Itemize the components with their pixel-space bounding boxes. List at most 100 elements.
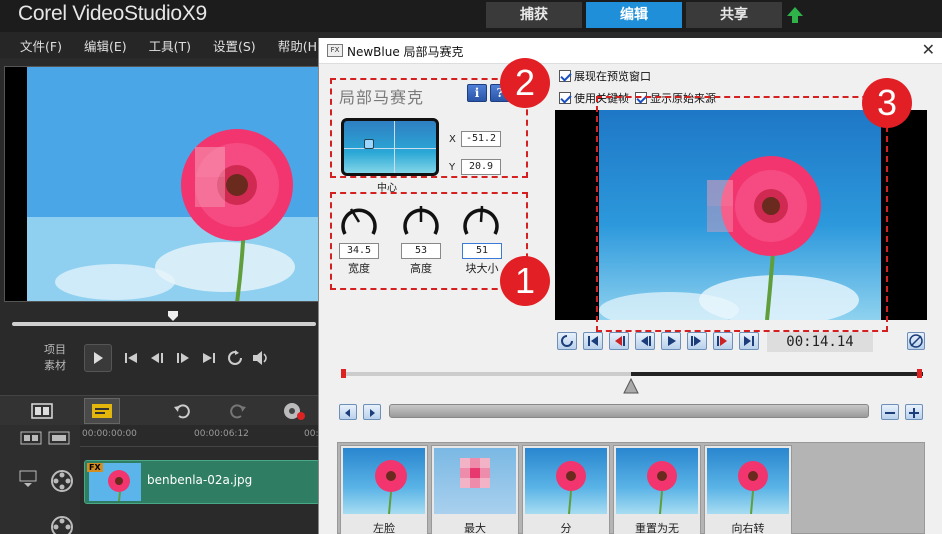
zoom-in-button[interactable]: [905, 404, 923, 420]
skip-end-icon: [744, 336, 754, 346]
dialog-title: NewBlue 局部马赛克: [347, 45, 464, 59]
annotation-badge-1: 1: [500, 256, 550, 306]
upload-icon[interactable]: [784, 4, 806, 26]
prev-keyframe-button[interactable]: [609, 332, 629, 350]
track-settings-icon[interactable]: [18, 467, 38, 487]
preset-gallery: 左脸 最大 分 重置为无 向右转: [337, 442, 925, 534]
storyboard-view-button[interactable]: [24, 398, 60, 424]
menu-file[interactable]: 文件(F): [20, 36, 62, 55]
menu-bar: 文件(F) 编辑(E) 工具(T) 设置(S) 帮助(H): [0, 32, 322, 58]
preset-label: 分: [560, 522, 572, 534]
preview-scrubber[interactable]: [12, 322, 316, 326]
preset-thumbnail-image: [556, 461, 586, 514]
undo-button[interactable]: [164, 398, 200, 424]
timeline-clip[interactable]: FX benbenla-02a.jpg: [84, 460, 320, 504]
play-button[interactable]: [661, 332, 681, 350]
timeline-view-button[interactable]: [84, 398, 120, 424]
next-frame-button[interactable]: [170, 345, 196, 371]
main-preview: [4, 66, 320, 302]
tab-edit[interactable]: 编辑: [586, 2, 682, 28]
clip-label[interactable]: 素材: [44, 358, 66, 374]
annotation-badge-2: 2: [500, 58, 550, 108]
go-start-button[interactable]: [118, 345, 144, 371]
preset-thumbnail: [343, 448, 425, 514]
workspace-tabs: 捕获 编辑 共享: [486, 2, 786, 28]
timeline-zoom-bar[interactable]: [389, 404, 869, 418]
scroll-right-button[interactable]: [363, 404, 381, 420]
preset-item[interactable]: 左脸: [340, 445, 428, 534]
tab-share[interactable]: 共享: [686, 2, 782, 28]
prev-frame-icon: [151, 353, 163, 363]
close-button[interactable]: ✕: [922, 40, 935, 59]
keyframe-track-played: [631, 372, 923, 376]
video-track-icon[interactable]: [20, 431, 42, 445]
show-in-preview-label: 展现在预览窗口: [574, 70, 651, 83]
preset-thumbnail: [616, 448, 698, 514]
next-keyframe-button[interactable]: [713, 332, 733, 350]
film-reel-icon[interactable]: [50, 469, 74, 493]
checkbox-checked[interactable]: [559, 70, 571, 82]
menu-edit[interactable]: 编辑(E): [84, 36, 127, 55]
play-icon: [94, 352, 103, 364]
loop-icon: [561, 335, 573, 347]
track-manager-icon[interactable]: [48, 431, 70, 445]
ruler-tick: 00:00:06:12: [194, 429, 249, 439]
track-headers: [0, 425, 80, 534]
project-label[interactable]: 项目: [44, 342, 66, 358]
menu-settings[interactable]: 设置(S): [213, 36, 256, 55]
go-end-button[interactable]: [196, 345, 222, 371]
go-start-button[interactable]: [583, 332, 603, 350]
keyframe-marker[interactable]: [341, 369, 346, 378]
record-capture-button[interactable]: [276, 398, 312, 424]
dialog-title-bar: FX NewBlue 局部马赛克 ✕: [319, 38, 942, 64]
preset-item[interactable]: 向右转: [704, 445, 792, 534]
preset-item[interactable]: 重置为无: [613, 445, 701, 534]
record-icon: [284, 403, 305, 420]
preset-thumbnail-image: [738, 461, 768, 514]
volume-button[interactable]: [248, 345, 274, 371]
menu-help[interactable]: 帮助(H): [278, 36, 322, 55]
annotation-box-3: [596, 96, 888, 332]
minus-icon: [885, 412, 895, 414]
redo-icon: [230, 404, 246, 419]
repeat-button[interactable]: [222, 345, 248, 371]
annotation-box-2: [330, 78, 528, 178]
prev-frame-icon: [641, 336, 651, 346]
menu-tools[interactable]: 工具(T): [149, 36, 191, 55]
next-frame-button[interactable]: [687, 332, 707, 350]
redo-button[interactable]: [220, 398, 256, 424]
fx-icon: FX: [327, 44, 343, 57]
arrow-right-icon: [370, 409, 375, 417]
annotation-box-1: [330, 192, 528, 290]
skip-start-icon: [588, 336, 598, 346]
timeline-ruler[interactable]: 00:00:00:00 00:00:06:12 00:: [80, 425, 320, 447]
keyframe-marker[interactable]: [917, 369, 922, 378]
overlay-reel-icon[interactable]: [50, 515, 74, 534]
tab-capture[interactable]: 捕获: [486, 2, 582, 28]
preset-item[interactable]: 最大: [431, 445, 519, 534]
preset-label: 重置为无: [635, 522, 679, 534]
repeat-icon: [228, 350, 242, 365]
show-in-preview-checkbox[interactable]: 展现在预览窗口: [559, 68, 651, 84]
next-frame-icon: [177, 353, 189, 363]
preset-thumbnail-image: [460, 458, 490, 488]
loop-button[interactable]: [557, 332, 577, 350]
ruler-tick: 00:00:00:00: [82, 429, 137, 439]
play-button[interactable]: [84, 344, 112, 372]
zoom-out-button[interactable]: [881, 404, 899, 420]
go-end-button[interactable]: [739, 332, 759, 350]
scrubber-handle[interactable]: [167, 310, 179, 322]
keyframe-track[interactable]: [341, 372, 923, 376]
preset-item[interactable]: 分: [522, 445, 610, 534]
app-window: Corel VideoStudioX9 捕获 编辑 共享 文件(F) 编辑(E)…: [0, 0, 942, 534]
project-clip-toggle[interactable]: 项目 素材: [44, 342, 66, 374]
checkbox-checked[interactable]: [559, 92, 571, 104]
keyframe-playhead[interactable]: [623, 378, 639, 394]
target-button[interactable]: [907, 332, 925, 350]
scroll-left-button[interactable]: [339, 404, 357, 420]
app-title: Corel VideoStudioX9: [18, 2, 207, 25]
prev-frame-button[interactable]: [144, 345, 170, 371]
prev-frame-button[interactable]: [635, 332, 655, 350]
prev-keyframe-icon: [615, 336, 625, 346]
timeline-icon: [92, 404, 112, 418]
